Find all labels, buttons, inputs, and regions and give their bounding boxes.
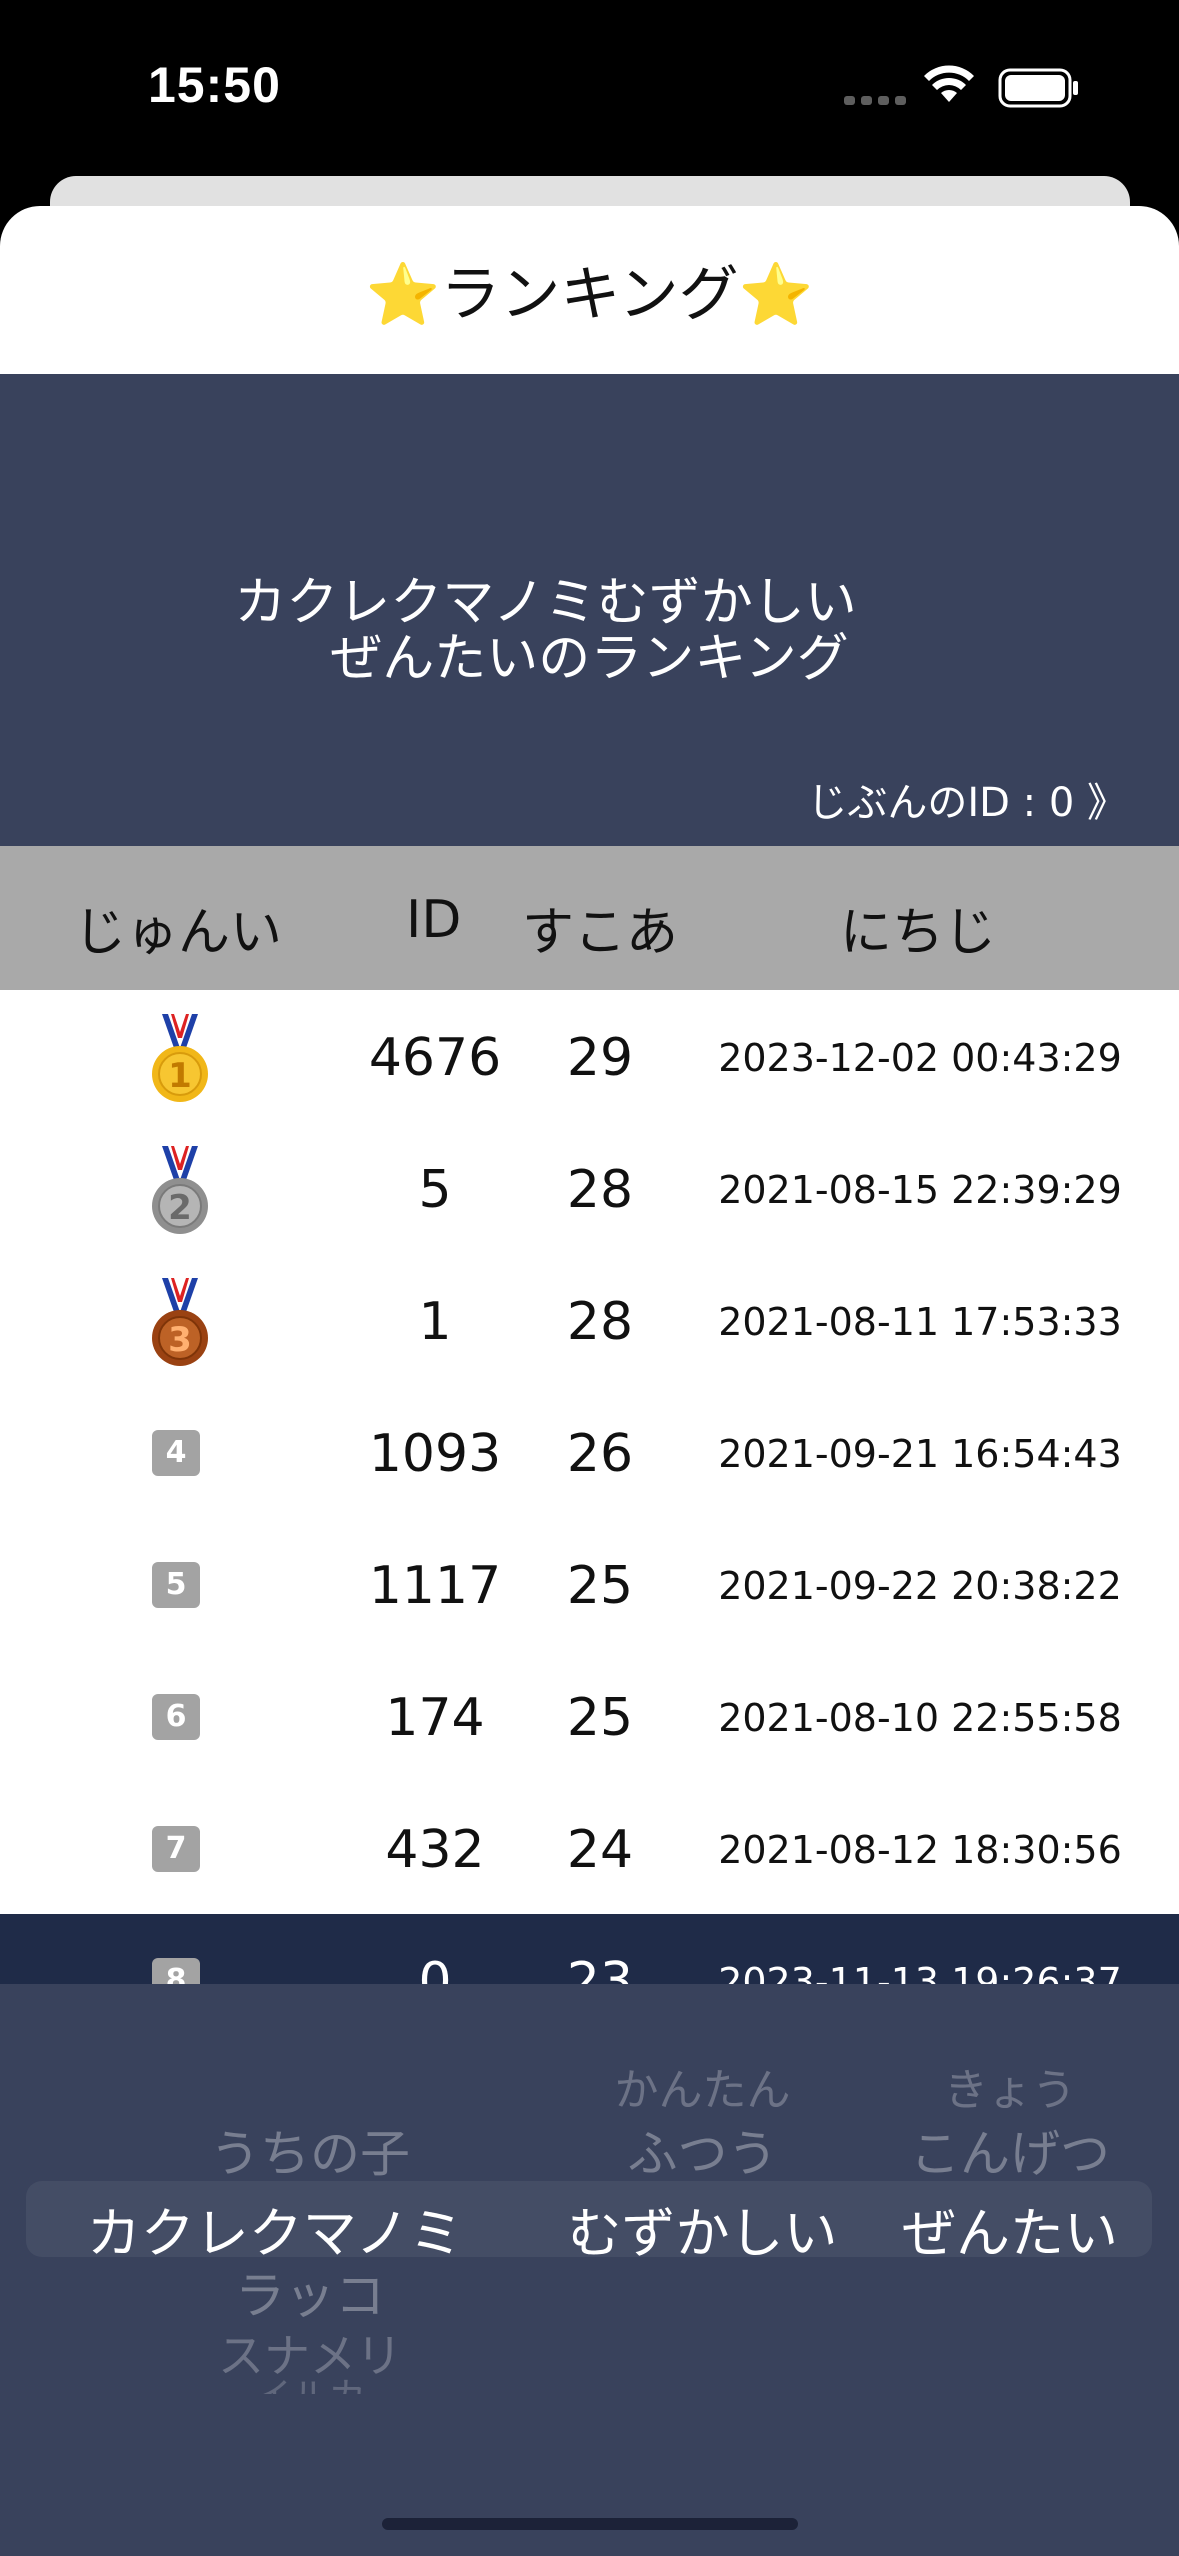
table-row[interactable]: 4 1093 26 2021-09-21 16:54:43 [0,1386,1179,1518]
row-score: 25 [566,1688,634,1748]
gold-medal-icon: 1 [152,1014,208,1102]
wifi-icon [924,65,974,102]
picker-species-option[interactable]: うちの子 [60,2114,560,2186]
status-time: 15:50 [148,57,281,113]
picker-period-option[interactable]: こんげつ [860,2114,1160,2186]
row-id: 1117 [368,1556,502,1616]
row-score: 26 [566,1424,634,1484]
rank-badge: 6 [152,1694,200,1740]
row-score: 29 [566,1028,634,1088]
row-rank: 2 [168,1188,192,1228]
table-row[interactable]: 5 1117 25 2021-09-22 20:38:22 [0,1518,1179,1650]
picker-species-option[interactable]: ラッコ [60,2256,560,2328]
table-row[interactable]: 1 4676 29 2023-12-02 00:43:29 [0,990,1179,1122]
table-row[interactable]: 6 174 25 2021-08-10 22:55:58 [0,1650,1179,1782]
row-id: 4676 [368,1028,502,1088]
header-rank: じゅんい [74,903,283,963]
ranking-banner: カクレクマノミむずかしい ぜんたいのランキング じぶんのID : 0 》 [0,374,1179,846]
ranking-filter-picker[interactable]: うちの子 カクレクマノミ ラッコ スナメリ イルカ かんたん ふつう むずかしい… [0,1984,1179,2556]
table-row[interactable]: 2 5 28 2021-08-15 22:39:29 [0,1122,1179,1254]
rank-badge: 4 [152,1430,200,1476]
cellular-signal-icon [844,96,906,105]
picker-difficulty-option[interactable]: かんたん [530,2054,875,2118]
row-date: 2021-08-12 18:30:56 [718,1828,1122,1872]
picker-period-option[interactable]: きょう [860,2054,1160,2118]
table-row[interactable]: 7 432 24 2021-08-12 18:30:56 [0,1782,1179,1914]
row-rank: 1 [168,1056,192,1096]
row-rank: 3 [168,1320,192,1360]
row-date: 2021-08-11 17:53:33 [718,1300,1122,1344]
row-date: 2021-09-21 16:54:43 [718,1432,1122,1476]
screen: 15:50 ⭐ランキング⭐ カクレクマノミむずかしい ぜんたいのランキング じぶ… [0,0,1179,2556]
row-date: 2021-09-22 20:38:22 [718,1564,1122,1608]
picker-difficulty-option[interactable]: ふつう [530,2114,875,2186]
row-score: 25 [566,1556,634,1616]
row-id: 174 [385,1688,485,1748]
table-row[interactable]: 3 1 28 2021-08-11 17:53:33 [0,1254,1179,1386]
bronze-medal-icon: 3 [152,1278,208,1366]
row-date: 2023-12-02 00:43:29 [718,1036,1122,1080]
row-id: 1093 [368,1424,502,1484]
silver-medal-icon: 2 [152,1146,208,1234]
row-score: 28 [566,1292,634,1352]
banner-title-line2: ぜんたいのランキング [330,629,849,689]
ranking-list[interactable]: 1 4676 29 2023-12-02 00:43:29 2 5 28 202… [0,990,1179,2046]
row-score: 24 [566,1820,634,1880]
row-score: 28 [566,1160,634,1220]
home-indicator[interactable] [382,2518,798,2530]
row-id: 5 [418,1160,452,1220]
picker-species-option[interactable]: イルカ [60,2366,560,2394]
row-id: 1 [418,1292,452,1352]
rank-badge: 5 [152,1562,200,1608]
row-date: 2021-08-10 22:55:58 [718,1696,1122,1740]
header-id: ID [406,890,462,950]
rank-badge: 7 [152,1826,200,1872]
picker-difficulty-selected[interactable]: むずかしい [530,2189,875,2268]
my-id-link[interactable]: じぶんのID : 0 》 [807,770,1127,828]
row-id: 432 [385,1820,485,1880]
page-title: ⭐ランキング⭐ [365,260,814,330]
battery-icon [998,68,1078,108]
header-date: にちじ [840,903,997,963]
row-date: 2021-08-15 22:39:29 [718,1168,1122,1212]
table-header: じゅんい ID すこあ にちじ [0,846,1179,990]
header-score: すこあ [522,903,679,963]
picker-period-selected[interactable]: ぜんたい [860,2189,1160,2268]
